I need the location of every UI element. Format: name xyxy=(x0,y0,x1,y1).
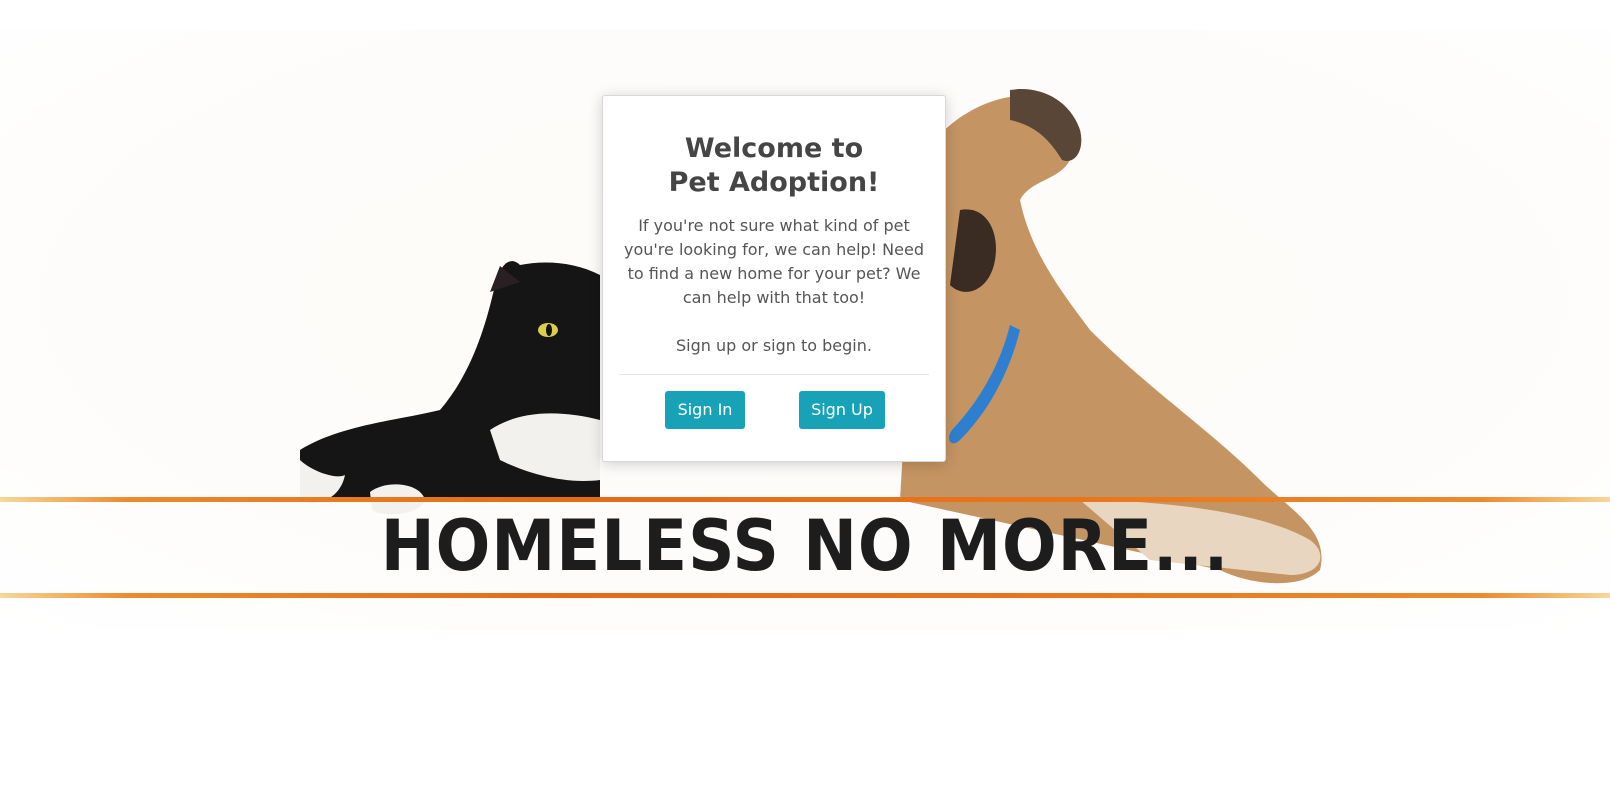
modal-button-row: Sign In Sign Up xyxy=(603,375,945,435)
sign-up-button[interactable]: Sign Up xyxy=(799,391,885,429)
banner-bottom-stripe xyxy=(0,593,1610,598)
welcome-modal: Welcome to Pet Adoption! If you're not s… xyxy=(602,95,946,462)
slogan-text: HOMELESS NO MORE... xyxy=(380,505,1230,587)
modal-call-to-action: Sign up or sign to begin. xyxy=(676,336,872,355)
modal-description: If you're not sure what kind of pet you'… xyxy=(624,216,924,307)
slogan-banner: HOMELESS NO MORE... xyxy=(0,497,1610,599)
sign-in-button[interactable]: Sign In xyxy=(665,391,745,429)
banner-top-stripe xyxy=(0,497,1610,502)
modal-title-line2: Pet Adoption! xyxy=(668,167,880,198)
modal-title-line1: Welcome to xyxy=(684,133,864,164)
modal-title: Welcome to Pet Adoption! xyxy=(603,132,945,200)
